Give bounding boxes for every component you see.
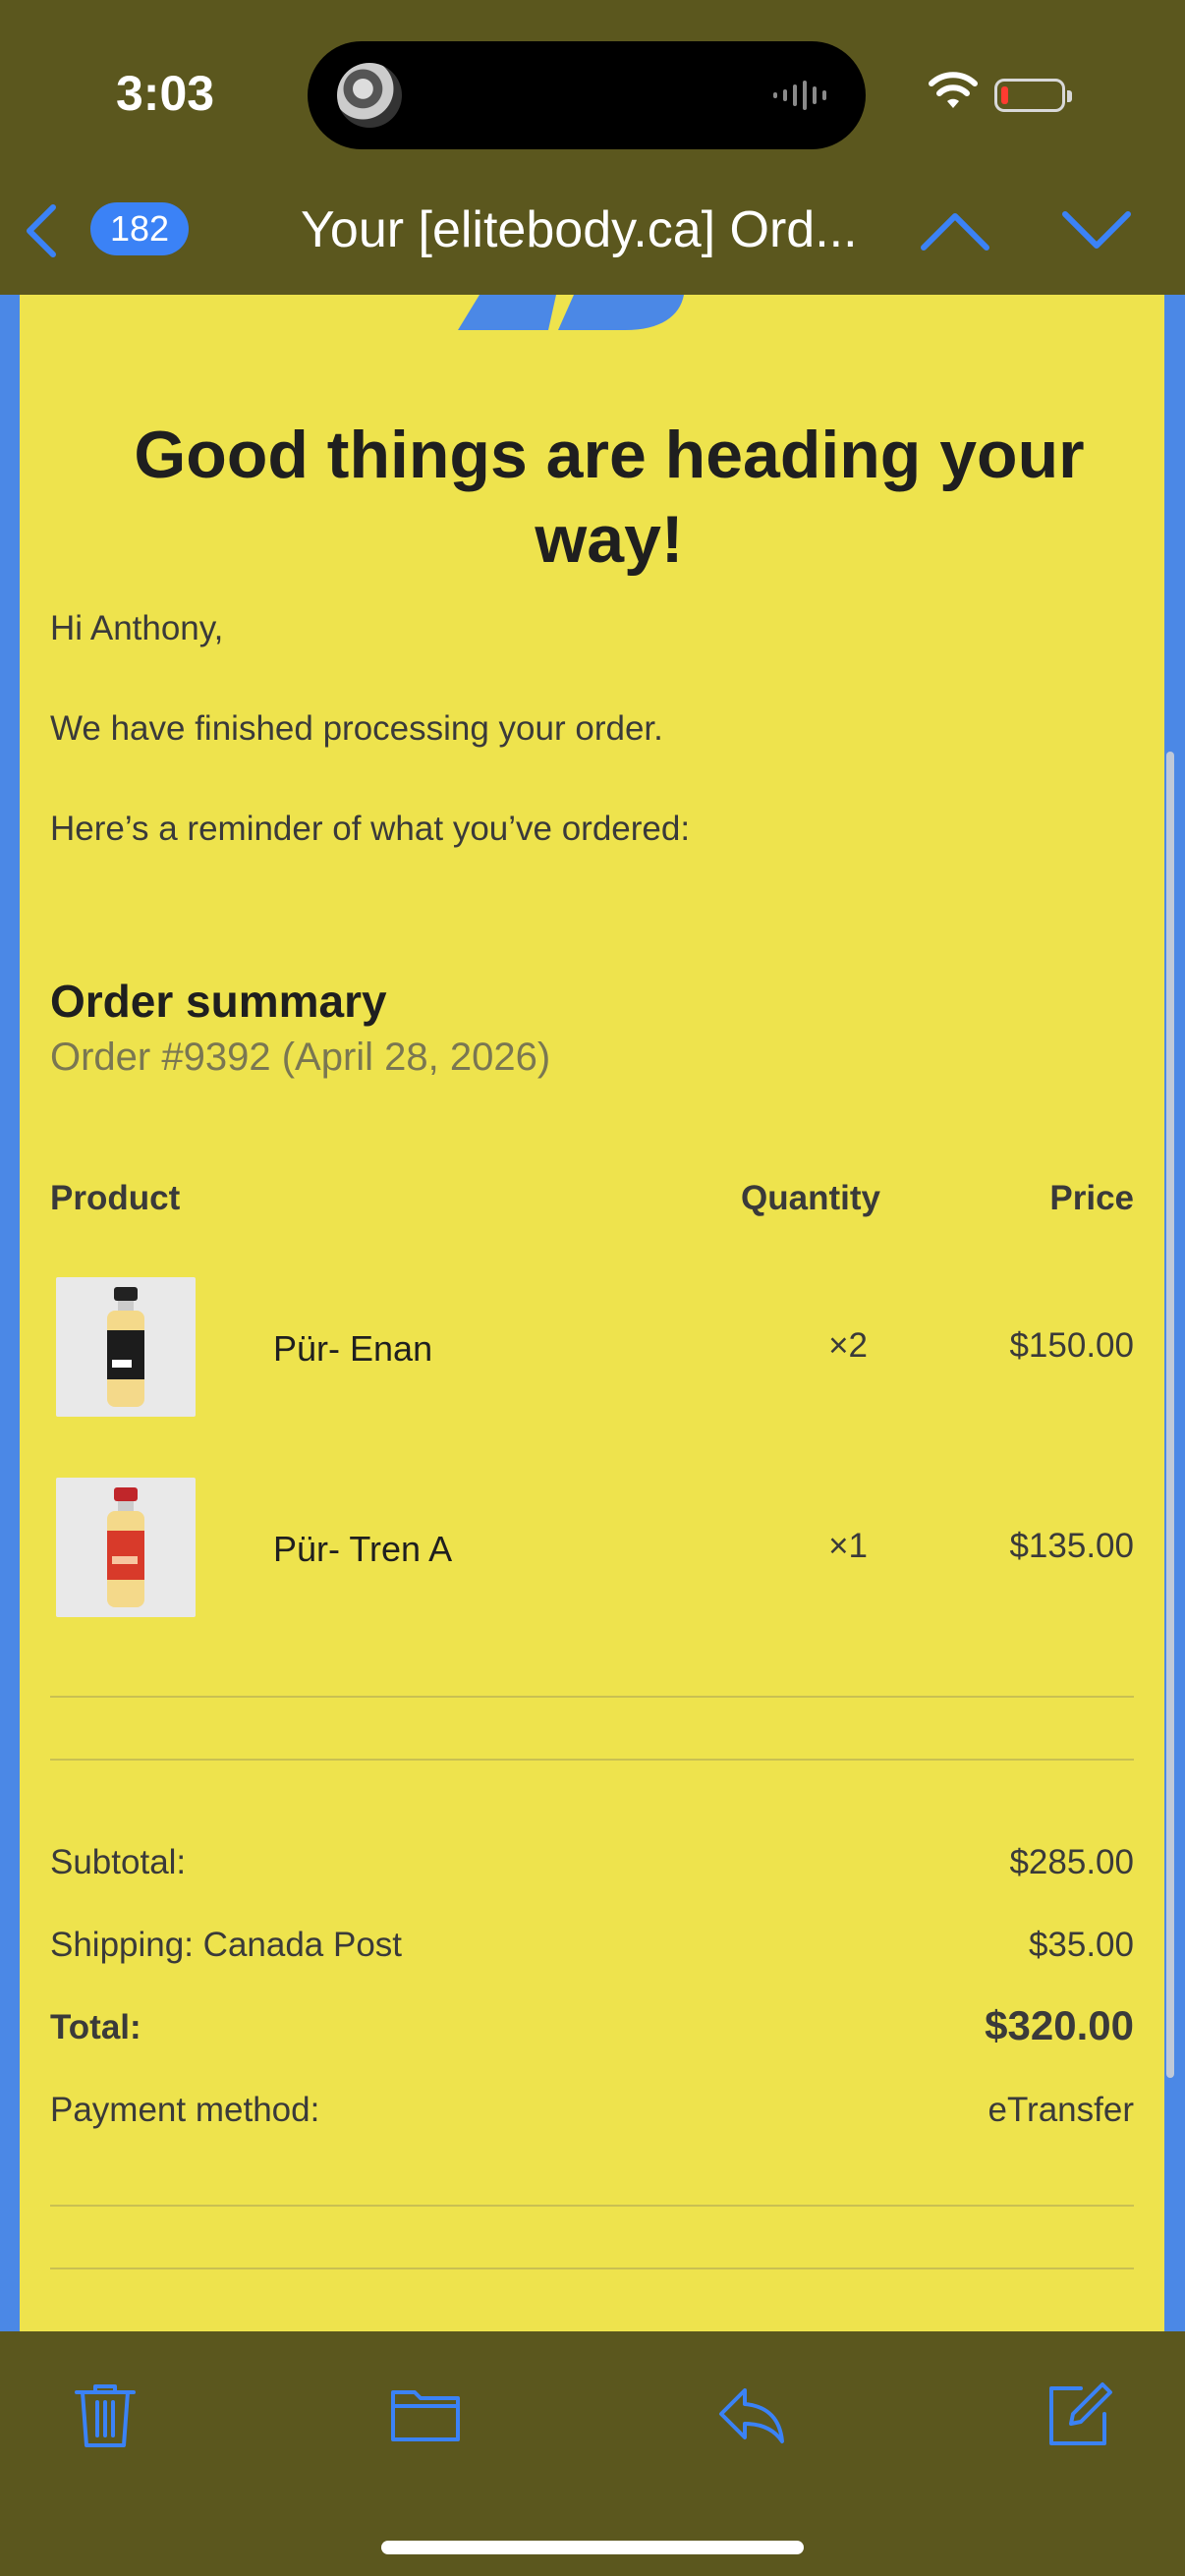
product-name: Pür- Tren A [273,1529,453,1569]
folder-icon[interactable] [389,2379,462,2451]
battery-low-icon [994,79,1072,112]
email-body: Good things are heading your way! Hi Ant… [20,295,1164,2331]
compose-icon[interactable] [1042,2379,1114,2451]
total-value: $320.00 [985,2002,1134,2048]
vial-image [107,1487,144,1607]
product-price: $150.00 [1009,1326,1134,1365]
payment-method-value: eTransfer [988,2091,1134,2129]
subtotal-label: Subtotal: [50,1843,187,1881]
status-time: 3:03 [116,66,215,121]
back-chevron-icon[interactable] [22,201,61,260]
order-number: Order #9392 (April 28, 2026) [50,1036,551,1079]
message-subject: Your [elitebody.ca] Ord... [301,201,858,258]
email-body-frame[interactable]: Good things are heading your way! Hi Ant… [0,295,1185,2331]
wifi-icon [929,72,978,108]
divider [50,1696,1134,1698]
column-header-quantity: Quantity [741,1179,880,1217]
now-playing-thumbnail[interactable] [337,63,402,128]
reply-icon[interactable] [715,2379,788,2451]
email-headline: Good things are heading your way! [134,418,1085,577]
product-name: Pür- Enan [273,1328,433,1369]
message-toolbar [0,2331,1185,2576]
vial-image [107,1287,144,1407]
home-indicator[interactable] [381,2541,804,2554]
dynamic-island[interactable] [308,41,866,149]
divider [50,1759,1134,1761]
status-bar: 3:03 [0,0,1185,187]
divider [50,2205,1134,2207]
shipping-value: $35.00 [1028,1926,1134,1964]
product-image[interactable] [56,1277,196,1417]
shipping-label: Shipping: Canada Post [50,1926,403,1964]
product-price: $135.00 [1009,1527,1134,1565]
order-summary-title: Order summary [50,976,387,1027]
product-quantity: ×2 [828,1326,868,1365]
unread-count-badge[interactable]: 182 [90,202,189,255]
divider [50,2268,1134,2269]
greeting-text: Hi Anthony, [50,609,224,647]
trash-icon[interactable] [69,2379,141,2451]
previous-message-icon[interactable] [920,206,990,255]
payment-method-label: Payment method: [50,2091,320,2129]
total-label: Total: [50,2008,141,2046]
body-text: We have finished processing your order. [50,709,663,748]
column-header-price: Price [1049,1179,1134,1217]
brand-logo [458,295,684,330]
subtotal-value: $285.00 [1009,1843,1134,1881]
product-quantity: ×1 [828,1527,868,1565]
audio-waveform-icon [773,81,826,110]
scrollbar[interactable] [1166,752,1174,2078]
next-message-icon[interactable] [1061,206,1132,255]
body-text: Here’s a reminder of what you’ve ordered… [50,810,691,848]
product-image[interactable] [56,1478,196,1617]
column-header-product: Product [50,1179,181,1217]
